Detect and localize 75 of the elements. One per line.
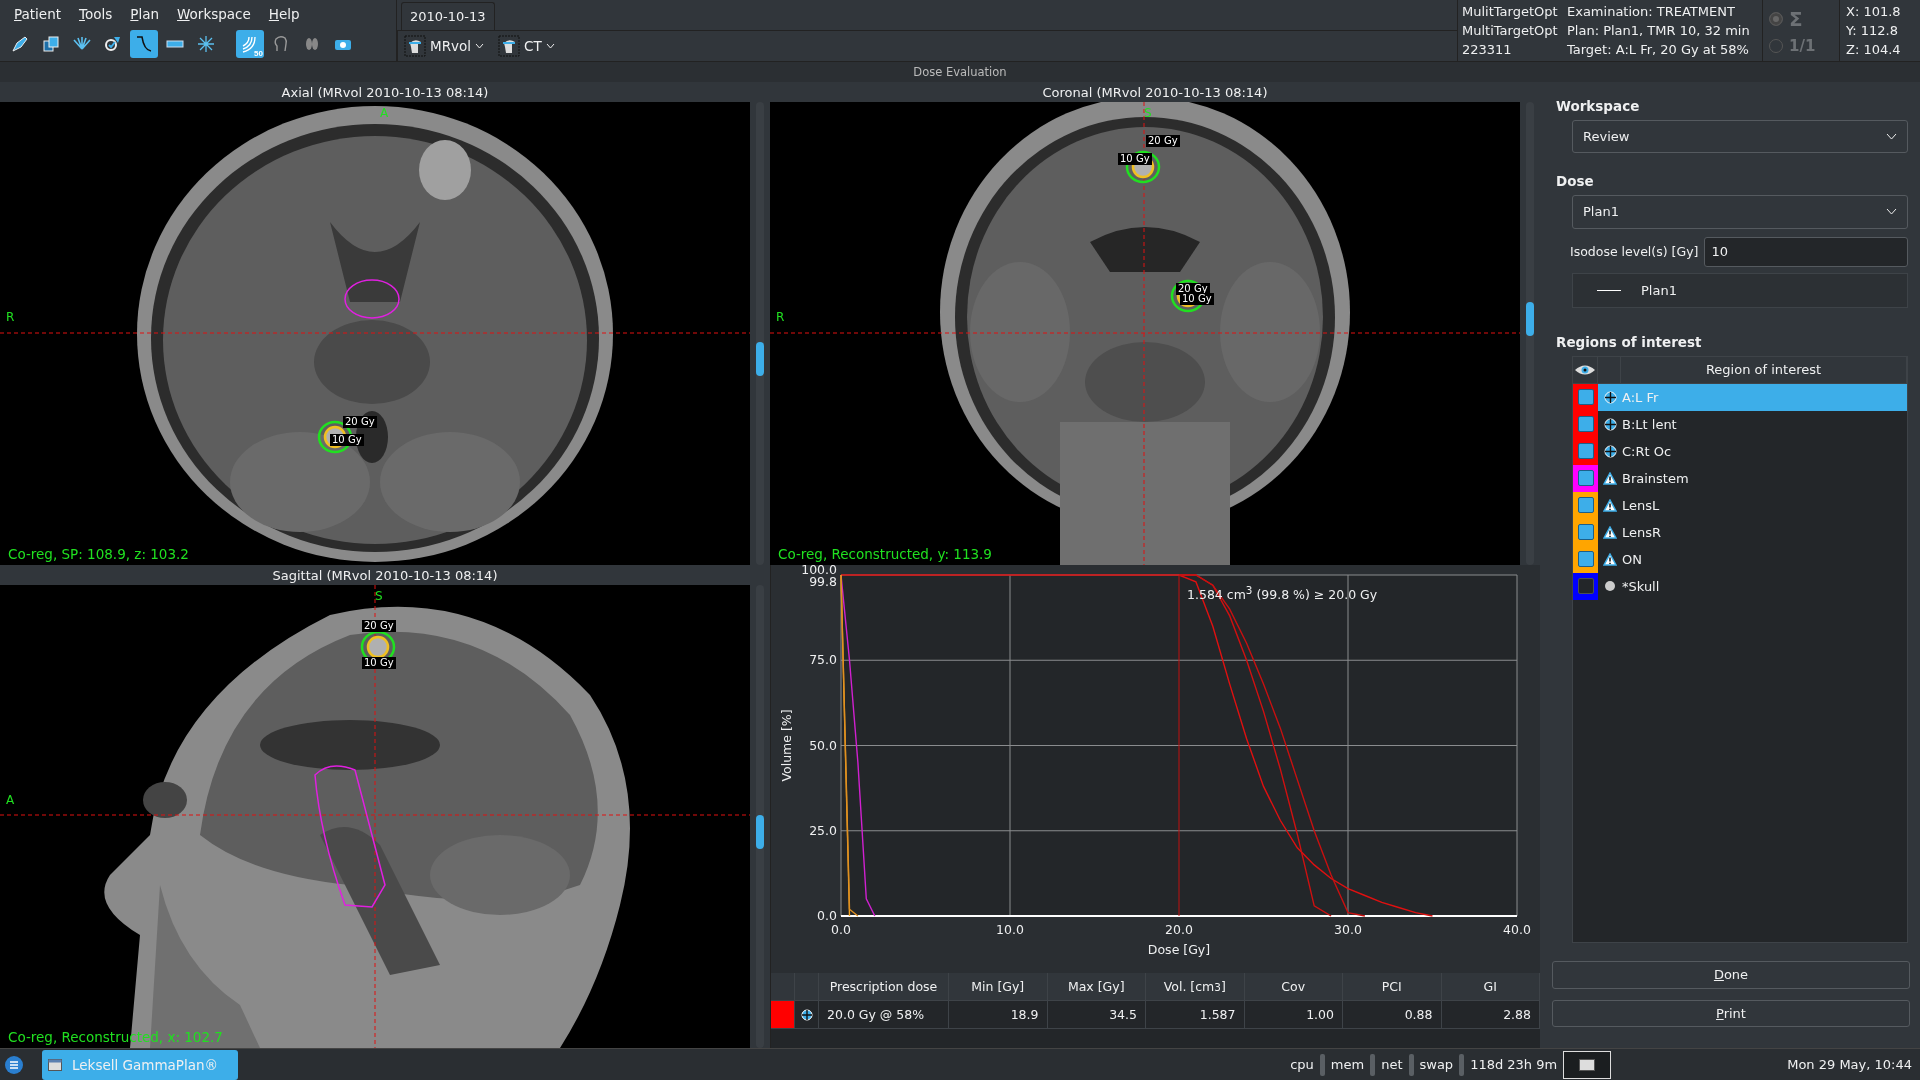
monitor-label: net — [1381, 1057, 1403, 1072]
uptime-text: 118d 23h 9m — [1470, 1057, 1558, 1072]
section-heading: Regions of interest — [1556, 333, 1703, 350]
view-status: Co-reg, SP: 108.9, z: 103.2 — [8, 546, 189, 562]
legend-label: Plan1 — [1641, 282, 1677, 298]
column-header: Max [Gy] — [1047, 973, 1146, 1001]
view-title: Axial (MRvol 2010-10-13 08:14) — [281, 84, 489, 100]
isodose-label: 20 Gy — [343, 416, 377, 428]
roi-name: C:Rt Oc — [1622, 443, 1672, 459]
isodose-label: 10 Gy — [1118, 153, 1152, 165]
coordinate-text: X: 101.8 — [1846, 3, 1902, 21]
column-header: Cov — [1244, 973, 1343, 1001]
monitor-label: mem — [1330, 1057, 1365, 1072]
axis-tick-label: 0.0 — [831, 922, 851, 937]
section-heading: Workspace — [1556, 98, 1641, 114]
axis-tick-label: 25.0 — [809, 822, 837, 838]
clock-text: Mon 29 May, 10:44 — [1787, 1057, 1912, 1072]
axis-tick-label: 0.0 — [817, 908, 837, 923]
table-cell: 34.5 — [1047, 1001, 1146, 1029]
column-header: Prescription dose — [819, 973, 949, 1001]
y-axis-title: Volume [%] — [779, 709, 794, 782]
roi-name: B:Lt lent — [1622, 416, 1677, 432]
badge-number: 50 — [254, 49, 263, 58]
view-title: Sagittal (MRvol 2010-10-13 08:14) — [272, 567, 498, 583]
coordinate-text: Z: 104.4 — [1846, 41, 1902, 59]
roi-name: ON — [1622, 551, 1642, 567]
view-status: Co-reg, Reconstructed, y: 113.9 — [778, 546, 992, 562]
mode-label: 1/1 — [1789, 36, 1816, 55]
orientation-label: R — [776, 310, 785, 325]
orientation-label: S — [1144, 106, 1152, 120]
info-text: MulitTargetOpt — [1462, 3, 1559, 21]
axis-tick-label: 75.0 — [809, 652, 837, 668]
monitor-label: swap — [1419, 1057, 1454, 1072]
axis-tick-label: 50.0 — [809, 737, 837, 753]
column-header: PCI — [1343, 973, 1442, 1001]
roi-name: LensL — [1622, 497, 1660, 513]
roi-name: A:L Fr — [1622, 389, 1659, 405]
column-header: Min [Gy] — [949, 973, 1048, 1001]
orientation-label: A — [6, 793, 15, 808]
isodose-label: 20 Gy — [1146, 135, 1180, 147]
info-text: MultiTargetOpt — [1462, 22, 1559, 40]
section-heading: Dose — [1556, 173, 1595, 190]
axis-tick-label: 20.0 — [1165, 922, 1193, 937]
field-label: Isodose level(s) [Gy] — [1570, 244, 1699, 260]
table-cell: 20.0 Gy @ 58% — [819, 1001, 949, 1029]
info-text: Plan: Plan1, TMR 10, 32 min — [1567, 22, 1750, 40]
mode-label: Σ — [1789, 6, 1803, 31]
x-axis-title: Dose [Gy] — [1147, 942, 1211, 957]
column-header: GI — [1441, 973, 1540, 1001]
roi-name: Brainstem — [1622, 470, 1689, 486]
info-text: Examination: TREATMENT — [1567, 3, 1735, 21]
orientation-label: S — [375, 589, 383, 603]
isodose-label: 10 Gy — [362, 657, 396, 669]
axis-tick-label: 10.0 — [996, 922, 1024, 937]
isodose-label: 20 Gy — [362, 620, 396, 632]
info-text: Target: A:L Fr, 20 Gy at 58% — [1567, 41, 1749, 59]
roi-name: LensR — [1622, 524, 1662, 540]
orientation-label: R — [6, 310, 15, 325]
axis-tick-label: 40.0 — [1503, 922, 1531, 937]
roi-name: *Skull — [1622, 578, 1660, 594]
monitor-label: cpu — [1290, 1057, 1314, 1072]
orientation-label: A — [380, 106, 389, 120]
axis-tick-label: 30.0 — [1334, 922, 1362, 937]
table-cell: 18.9 — [949, 1001, 1048, 1029]
table-cell: 0.88 — [1343, 1001, 1442, 1029]
table-cell: 1.587 — [1146, 1001, 1245, 1029]
section-title: Dose Evaluation — [913, 65, 1007, 79]
table-cell: 1.00 — [1244, 1001, 1343, 1029]
isodose-label: 10 Gy — [330, 434, 364, 446]
coordinate-text: Y: 112.8 — [1846, 22, 1899, 40]
table-cell: 2.88 — [1441, 1001, 1540, 1029]
view-title: Coronal (MRvol 2010-10-13 08:14) — [1042, 84, 1268, 100]
isodose-label: 10 Gy — [1180, 293, 1214, 305]
column-header: Region of interest — [1621, 356, 1907, 383]
info-text: 223311 — [1462, 41, 1513, 59]
